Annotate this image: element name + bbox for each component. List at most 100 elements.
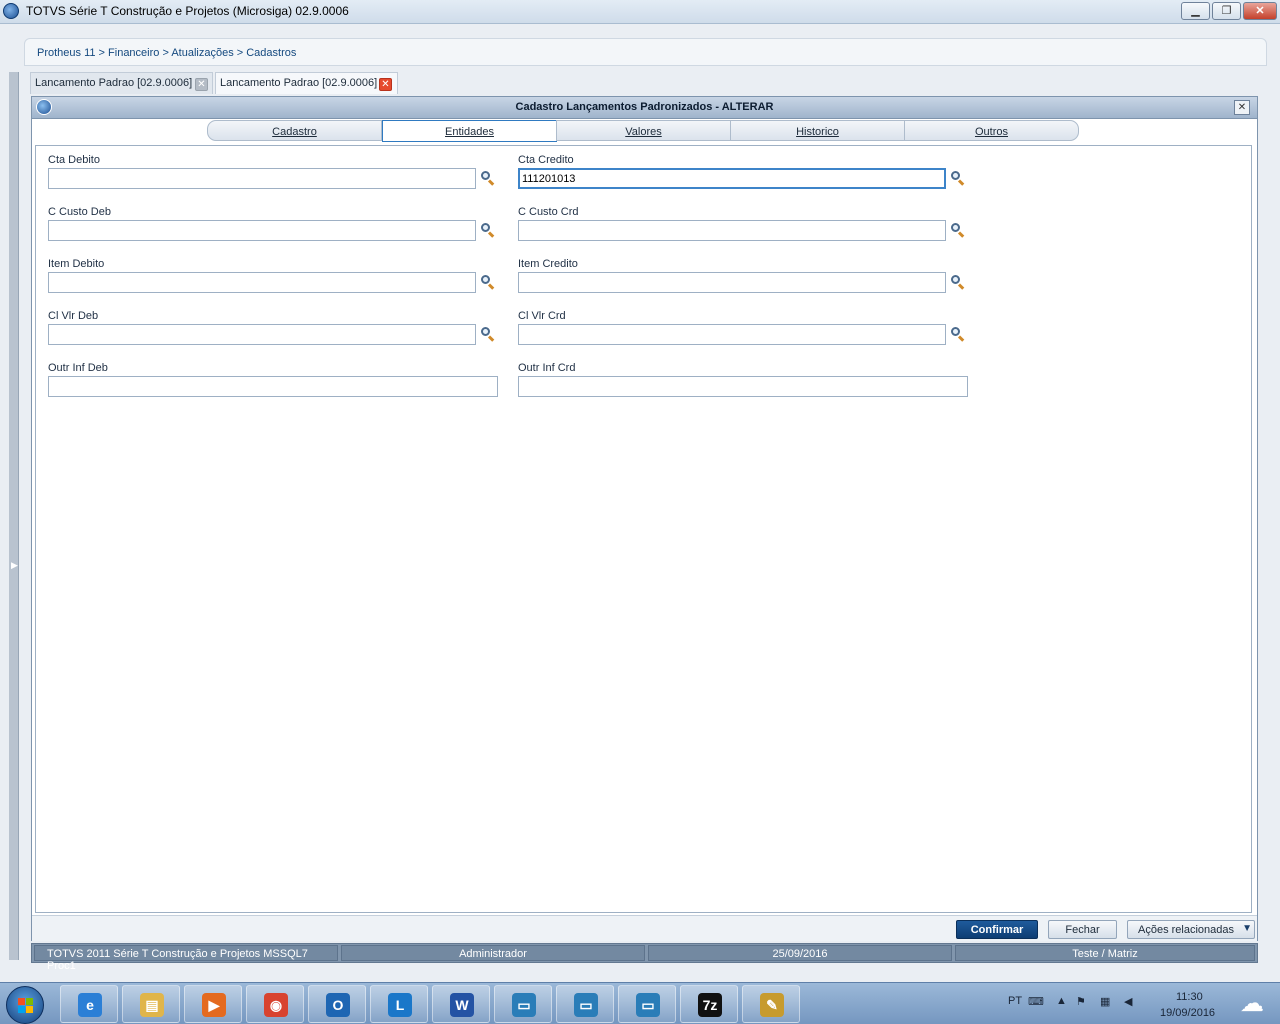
remote-desktop-icon: ▭ xyxy=(636,993,660,1017)
cta-debito-input[interactable] xyxy=(48,168,476,189)
breadcrumb: Protheus 11 > Financeiro > Atualizações … xyxy=(37,47,297,59)
status-user: Administrador xyxy=(341,945,645,961)
doc-tab-2[interactable]: Lancamento Padrao [02.9.0006] ✕ xyxy=(215,72,398,94)
maximize-button[interactable]: ❐ xyxy=(1212,2,1241,20)
taskbar-item[interactable]: W xyxy=(432,985,490,1023)
field-label: Cta Credito xyxy=(518,154,574,166)
file-explorer-icon: ▤ xyxy=(140,993,164,1017)
app-icon xyxy=(3,3,19,19)
taskbar-item[interactable]: ▤ xyxy=(122,985,180,1023)
windows-logo-icon xyxy=(18,998,34,1014)
taskbar-item[interactable]: O xyxy=(308,985,366,1023)
doc-tab-1[interactable]: Lancamento Padrao [02.9.0006] ✕ xyxy=(30,72,213,94)
field-label: Cl Vlr Crd xyxy=(518,310,566,322)
outr-inf-crd-input[interactable] xyxy=(518,376,968,397)
tab-valores[interactable]: Valores xyxy=(556,120,731,141)
status-environment: TOTVS 2011 Série T Construção e Projetos… xyxy=(34,945,338,972)
field-label: C Custo Deb xyxy=(48,206,111,218)
close-button[interactable]: Fechar xyxy=(1048,920,1117,939)
dialog-header: Cadastro Lançamentos Padronizados - ALTE… xyxy=(32,97,1257,119)
field-label: C Custo Crd xyxy=(518,206,579,218)
taskbar-item[interactable]: 7z xyxy=(680,985,738,1023)
tab-cadastro[interactable]: Cadastro xyxy=(207,120,382,141)
field-label: Outr Inf Crd xyxy=(518,362,576,374)
dialog-title: Cadastro Lançamentos Padronizados - ALTE… xyxy=(515,101,774,113)
item-credito-input[interactable] xyxy=(518,272,946,293)
clock-time[interactable]: 11:30 xyxy=(1176,991,1203,1003)
related-actions-label: Ações relacionadas xyxy=(1138,924,1235,936)
breadcrumb-bar: Protheus 11 > Financeiro > Atualizações … xyxy=(24,38,1267,66)
dialog-footer: Confirmar Fechar Ações relacionadas ▼ xyxy=(32,915,1257,941)
form-panel: Cta Debito Cta Credito C Custo Deb C Cus… xyxy=(35,145,1252,913)
cl-vlr-deb-input[interactable] xyxy=(48,324,476,345)
outlook-icon: O xyxy=(326,993,350,1017)
taskbar-item[interactable]: e xyxy=(60,985,118,1023)
search-icon[interactable] xyxy=(480,222,496,238)
item-debito-input[interactable] xyxy=(48,272,476,293)
status-branch: Teste / Matriz xyxy=(955,945,1255,961)
chrome-icon: ◉ xyxy=(264,993,288,1017)
word-icon: W xyxy=(450,993,474,1017)
search-icon[interactable] xyxy=(480,326,496,342)
status-bar: TOTVS 2011 Série T Construção e Projetos… xyxy=(31,943,1258,972)
taskbar-item[interactable]: ▭ xyxy=(618,985,676,1023)
search-icon[interactable] xyxy=(480,274,496,290)
cta-credito-input[interactable] xyxy=(518,168,946,189)
close-tab-icon[interactable]: ✕ xyxy=(195,78,208,91)
7zip-icon: 7z xyxy=(698,993,722,1017)
outr-inf-deb-input[interactable] xyxy=(48,376,498,397)
keyboard-icon[interactable]: ⌨ xyxy=(1028,995,1044,1008)
field-label: Cta Debito xyxy=(48,154,100,166)
search-icon[interactable] xyxy=(950,222,966,238)
doc-tab-label: Lancamento Padrao [02.9.0006] xyxy=(220,77,378,89)
close-tab-icon[interactable]: ✕ xyxy=(379,78,392,91)
taskbar-item[interactable]: ◉ xyxy=(246,985,304,1023)
taskbar-item[interactable]: ▭ xyxy=(556,985,614,1023)
language-indicator[interactable]: PT xyxy=(1008,995,1022,1007)
internet-explorer-icon: e xyxy=(78,993,102,1017)
taskbar-item[interactable]: ✎ xyxy=(742,985,800,1023)
related-actions-button[interactable]: Ações relacionadas ▼ xyxy=(1127,920,1255,939)
clock-date[interactable]: 19/09/2016 xyxy=(1160,1007,1215,1019)
search-icon[interactable] xyxy=(950,170,966,186)
taskbar-item[interactable]: L xyxy=(370,985,428,1023)
search-icon[interactable] xyxy=(950,274,966,290)
network-icon[interactable]: ▦ xyxy=(1100,995,1110,1008)
window-title-bar: TOTVS Série T Construção e Projetos (Mic… xyxy=(0,0,1280,24)
confirm-button[interactable]: Confirmar xyxy=(956,920,1038,939)
volume-icon[interactable]: ◀ xyxy=(1124,995,1132,1008)
lync-icon: L xyxy=(388,993,412,1017)
tab-historico[interactable]: Historico xyxy=(730,120,905,141)
tab-outros[interactable]: Outros xyxy=(904,120,1079,141)
taskbar-item[interactable]: ▭ xyxy=(494,985,552,1023)
remote-desktop-icon: ▭ xyxy=(512,993,536,1017)
system-tray: PT ⌨ ▲ ⚑ ▦ ◀ 11:30 19/09/2016 ☁ xyxy=(990,983,1280,1024)
field-label: Item Credito xyxy=(518,258,578,270)
c-custo-deb-input[interactable] xyxy=(48,220,476,241)
doc-tab-label: Lancamento Padrao [02.9.0006] xyxy=(35,77,193,89)
cloud-icon[interactable]: ☁ xyxy=(1240,989,1264,1018)
taskbar-item[interactable]: ▶ xyxy=(184,985,242,1023)
chevron-right-icon: ▶ xyxy=(11,560,18,570)
start-button[interactable] xyxy=(6,986,44,1024)
window-title: TOTVS Série T Construção e Projetos (Mic… xyxy=(26,4,349,18)
remote-desktop-icon: ▭ xyxy=(574,993,598,1017)
cl-vlr-crd-input[interactable] xyxy=(518,324,946,345)
dialog-close-button[interactable]: ✕ xyxy=(1234,100,1250,115)
status-date: 25/09/2016 xyxy=(648,945,952,961)
c-custo-crd-input[interactable] xyxy=(518,220,946,241)
field-label: Item Debito xyxy=(48,258,105,270)
show-hidden-icons-icon[interactable]: ▲ xyxy=(1056,995,1067,1007)
tools-icon: ✎ xyxy=(760,993,784,1017)
minimize-button[interactable]: ▁ xyxy=(1181,2,1210,20)
record-dialog: Cadastro Lançamentos Padronizados - ALTE… xyxy=(31,96,1258,941)
action-center-flag-icon[interactable]: ⚑ xyxy=(1076,995,1086,1008)
search-icon[interactable] xyxy=(480,170,496,186)
field-label: Cl Vlr Deb xyxy=(48,310,99,322)
taskbar: e ▤ ▶ ◉ O L W ▭ ▭ ▭ 7z ✎ PT ⌨ ▲ ⚑ ▦ ◀ 11:30 19/09/2… xyxy=(0,982,1280,1024)
search-icon[interactable] xyxy=(950,326,966,342)
tab-entidades[interactable]: Entidades xyxy=(382,120,557,142)
side-panel-toggle[interactable]: ▶ xyxy=(9,72,19,960)
close-window-button[interactable]: ✕ xyxy=(1243,2,1277,20)
field-label: Outr Inf Deb xyxy=(48,362,108,374)
